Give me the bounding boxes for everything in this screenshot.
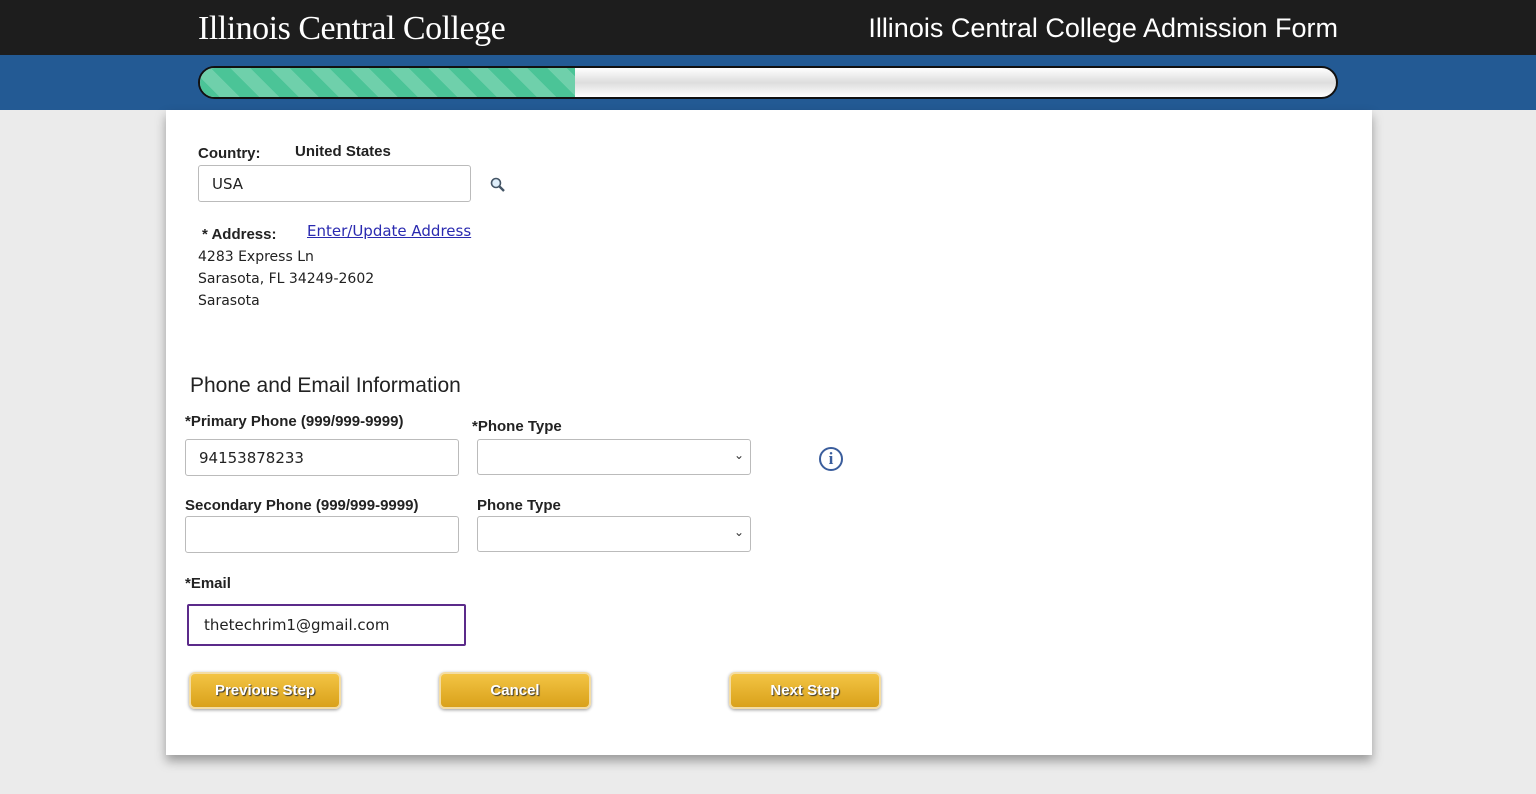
progress-bar — [198, 66, 1338, 99]
address-line-2: Sarasota, FL 34249-2602 — [198, 271, 375, 287]
previous-step-button[interactable]: Previous Step — [189, 672, 341, 709]
country-label: Country: — [198, 145, 261, 162]
country-input[interactable]: USA — [198, 165, 471, 202]
next-step-button[interactable]: Next Step — [729, 672, 881, 709]
country-name: United States — [295, 143, 391, 160]
primary-phone-type-select[interactable]: ⌄ — [477, 439, 751, 475]
secondary-phone-type-label: Phone Type — [477, 497, 561, 514]
section-title: Phone and Email Information — [190, 374, 461, 397]
college-logo: Illinois Central College — [198, 10, 506, 47]
info-icon[interactable]: i — [819, 447, 843, 471]
address-label: * Address: — [202, 226, 277, 243]
progress-fill — [200, 68, 575, 97]
secondary-phone-type-select[interactable]: ⌄ — [477, 516, 751, 552]
enter-update-address-link[interactable]: Enter/Update Address — [307, 222, 471, 240]
form-title: Illinois Central College Admission Form — [868, 13, 1338, 43]
chevron-down-icon: ⌄ — [733, 525, 744, 539]
secondary-phone-label: Secondary Phone (999/999-9999) — [185, 497, 419, 514]
primary-phone-input[interactable]: 94153878233 — [185, 439, 459, 476]
chevron-down-icon: ⌄ — [733, 448, 744, 462]
email-input[interactable]: thetechrim1@gmail.com — [187, 604, 466, 646]
top-bar: Illinois Central College Illinois Centra… — [0, 0, 1536, 55]
primary-phone-label: *Primary Phone (999/999-9999) — [185, 413, 404, 430]
address-line-1: 4283 Express Ln — [198, 249, 314, 265]
address-line-3: Sarasota — [198, 293, 260, 309]
email-label: *Email — [185, 575, 231, 592]
secondary-phone-input[interactable] — [185, 516, 459, 553]
primary-phone-type-label: *Phone Type — [472, 418, 562, 435]
magnifier-icon[interactable] — [489, 176, 507, 194]
cancel-button[interactable]: Cancel — [439, 672, 591, 709]
form-panel — [166, 110, 1372, 755]
